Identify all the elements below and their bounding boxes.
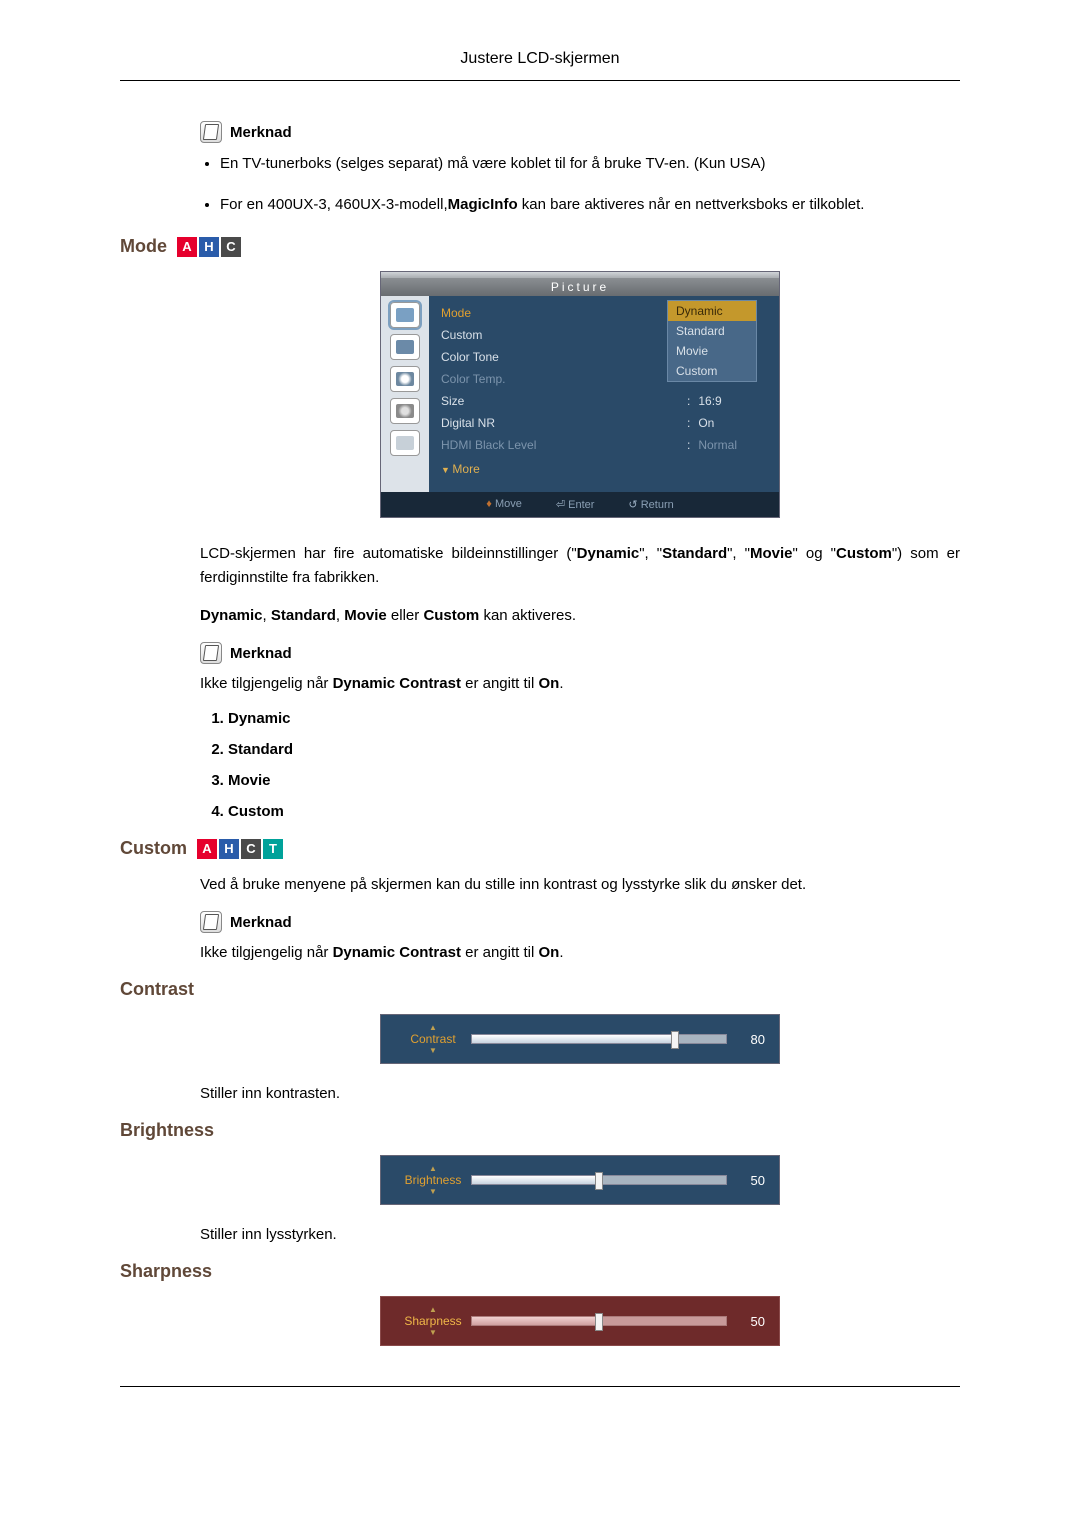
list-item: Custom — [228, 803, 960, 820]
contrast-slider: Contrast 80 — [380, 1014, 780, 1064]
sidebar-icon — [390, 334, 420, 360]
note-custom: Merknad — [200, 911, 960, 933]
slider-value: 50 — [727, 1173, 765, 1188]
badge-a-icon: A — [177, 237, 197, 257]
note-label: Merknad — [230, 645, 292, 662]
osd-title: Picture — [381, 278, 779, 296]
section-custom: Custom A H C T — [120, 838, 960, 859]
brightness-desc: Stiller inn lysstyrken. — [200, 1223, 960, 1247]
badge-a-icon: A — [197, 839, 217, 859]
section-mode: Mode A H C — [120, 236, 960, 257]
popup-item: Custom — [668, 361, 756, 381]
slider-track — [471, 1316, 727, 1326]
content-area: Merknad En TV-tunerboks (selges separat)… — [200, 121, 960, 1346]
section-sharpness: Sharpness — [120, 1261, 960, 1282]
section-contrast: Contrast — [120, 979, 960, 1000]
custom-note-text: Ikke tilgjengelig når Dynamic Contrast e… — [200, 941, 960, 965]
badge-c-icon: C — [241, 839, 261, 859]
slider-value: 80 — [727, 1032, 765, 1047]
section-title-text: Mode — [120, 236, 167, 257]
mode-list: Dynamic Standard Movie Custom — [228, 710, 960, 820]
contrast-desc: Stiller inn kontrasten. — [200, 1082, 960, 1106]
note-icon — [200, 911, 222, 933]
slider-thumb — [595, 1172, 603, 1190]
note-label: Merknad — [230, 124, 292, 141]
more-row: More — [439, 456, 769, 478]
brightness-slider: Brightness 50 — [380, 1155, 780, 1205]
slider-thumb — [595, 1313, 603, 1331]
slider-track — [471, 1034, 727, 1044]
sharpness-slider: Sharpness 50 — [380, 1296, 780, 1346]
badge-h-icon: H — [219, 839, 239, 859]
badge-h-icon: H — [199, 237, 219, 257]
sidebar-icon — [390, 366, 420, 392]
mode-note-text: Ikke tilgjengelig når Dynamic Contrast e… — [200, 672, 960, 696]
page-footer-rule — [120, 1386, 960, 1387]
mode-popup: Dynamic Standard Movie Custom — [667, 300, 757, 382]
page-header: Justere LCD-skjermen — [120, 50, 960, 81]
section-brightness: Brightness — [120, 1120, 960, 1141]
popup-item: Dynamic — [668, 301, 756, 321]
bullet: For en 400UX-3, 460UX-3-modell,MagicInfo… — [220, 194, 960, 217]
bullet: En TV-tunerboks (selges separat) må være… — [220, 153, 960, 176]
slider-track — [471, 1175, 727, 1185]
badges: A H C — [177, 237, 241, 257]
mode-line2: Dynamic, Standard, Movie eller Custom ka… — [200, 604, 960, 628]
mode-desc: LCD-skjermen har fire automatiske bildei… — [200, 542, 960, 590]
sidebar-icon — [390, 430, 420, 456]
osd-menu: Mode Custom Color Tone: Color Temp. Size… — [429, 296, 779, 492]
section-title-text: Sharpness — [120, 1261, 212, 1282]
badges: A H C T — [197, 839, 283, 859]
section-title-text: Brightness — [120, 1120, 214, 1141]
note-1: Merknad — [200, 121, 960, 143]
slider-thumb — [671, 1031, 679, 1049]
popup-item: Standard — [668, 321, 756, 341]
sidebar-picture-icon — [390, 302, 420, 328]
osd-picture-menu: Picture Mode Custom Color Tone: Color Te… — [380, 271, 780, 518]
note-mode: Merknad — [200, 642, 960, 664]
note-icon — [200, 121, 222, 143]
slider-label: Contrast — [395, 1023, 471, 1055]
slider-label: Brightness — [395, 1164, 471, 1196]
note-label: Merknad — [230, 914, 292, 931]
popup-item: Movie — [668, 341, 756, 361]
badge-c-icon: C — [221, 237, 241, 257]
section-title-text: Custom — [120, 838, 187, 859]
osd-sidebar — [381, 296, 429, 492]
badge-t-icon: T — [263, 839, 283, 859]
list-item: Dynamic — [228, 710, 960, 727]
list-item: Standard — [228, 741, 960, 758]
section-title-text: Contrast — [120, 979, 194, 1000]
note-icon — [200, 642, 222, 664]
custom-desc: Ved å bruke menyene på skjermen kan du s… — [200, 873, 960, 897]
note-1-list: En TV-tunerboks (selges separat) må være… — [220, 153, 960, 216]
osd-footer: Move Enter Return — [381, 492, 779, 517]
list-item: Movie — [228, 772, 960, 789]
slider-value: 50 — [727, 1314, 765, 1329]
slider-label: Sharpness — [395, 1305, 471, 1337]
sidebar-icon — [390, 398, 420, 424]
